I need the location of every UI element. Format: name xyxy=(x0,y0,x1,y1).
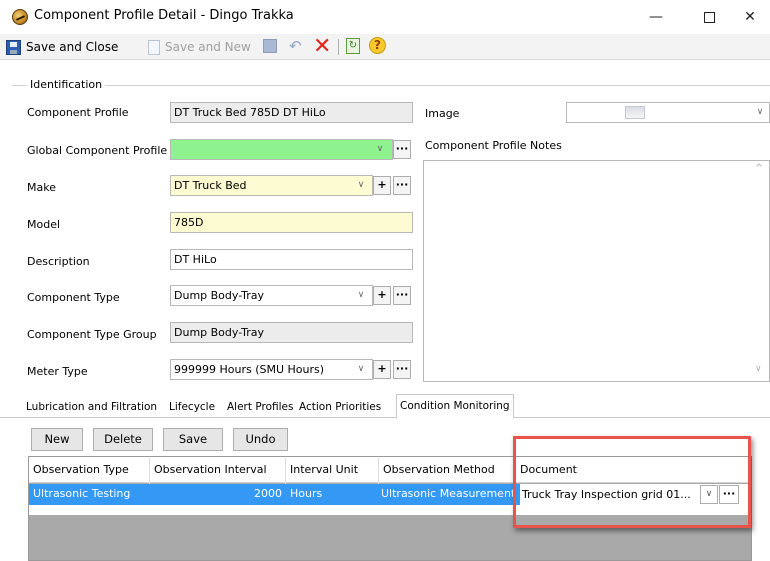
close-window-button[interactable]: ✕ xyxy=(730,0,770,34)
global-component-profile-label: Global Component Profile xyxy=(27,144,168,157)
column-header-observation-method[interactable]: Observation Method xyxy=(383,463,495,476)
column-header-observation-type[interactable]: Observation Type xyxy=(33,463,129,476)
global-profile-browse-button[interactable]: ··· xyxy=(393,140,411,159)
make-add-button[interactable]: + xyxy=(373,176,391,195)
component-profile-label: Component Profile xyxy=(27,106,129,119)
save-and-new-button[interactable]: Save and New xyxy=(148,38,251,56)
cell-observation-interval[interactable]: 2000 xyxy=(254,487,282,500)
app-logo-icon xyxy=(12,9,28,25)
image-select[interactable] xyxy=(566,102,770,123)
title-bar: Component Profile Detail - Dingo Trakka … xyxy=(0,0,770,34)
component-profile-notes-label: Component Profile Notes xyxy=(425,139,562,152)
scroll-up-icon[interactable]: ^ xyxy=(755,163,763,174)
component-profile-notes-textarea[interactable]: ^ ∨ xyxy=(423,160,770,382)
save-and-close-button[interactable]: Save and Close xyxy=(6,38,118,56)
component-type-group-field[interactable]: Dump Body-Tray xyxy=(170,322,413,343)
column-header-observation-interval[interactable]: Observation Interval xyxy=(154,463,267,476)
meter-type-browse-button[interactable]: ··· xyxy=(393,360,411,379)
refresh-icon[interactable]: ↻ xyxy=(346,38,360,54)
component-type-label: Component Type xyxy=(27,291,120,304)
maximize-icon xyxy=(703,11,715,23)
meter-type-select[interactable]: 999999 Hours (SMU Hours) xyxy=(170,359,373,380)
help-icon[interactable]: ? xyxy=(369,37,386,54)
new-button[interactable]: New xyxy=(31,428,83,451)
image-placeholder-icon xyxy=(625,106,645,119)
save-button[interactable]: Save xyxy=(163,428,223,451)
identification-group-title: Identification xyxy=(27,78,106,91)
save-icon[interactable] xyxy=(263,39,277,53)
make-browse-button[interactable]: ··· xyxy=(393,176,411,195)
component-type-browse-button[interactable]: ··· xyxy=(393,286,411,305)
floppy-disk-icon xyxy=(6,39,21,55)
global-component-profile-select[interactable] xyxy=(170,139,393,160)
image-dropdown-icon[interactable]: ∨ xyxy=(752,104,768,121)
image-label: Image xyxy=(425,107,460,120)
meter-type-add-button[interactable]: + xyxy=(373,360,391,379)
make-dropdown-icon[interactable]: ∨ xyxy=(353,177,369,194)
undo-button[interactable]: Undo xyxy=(233,428,288,451)
make-label: Make xyxy=(27,181,56,194)
component-type-add-button[interactable]: + xyxy=(373,286,391,305)
meter-type-dropdown-icon[interactable]: ∨ xyxy=(353,361,369,378)
scroll-down-icon[interactable]: ∨ xyxy=(755,364,762,374)
toolbar-divider xyxy=(338,39,339,55)
component-type-group-label: Component Type Group xyxy=(27,328,157,341)
new-page-icon xyxy=(148,39,160,55)
column-divider xyxy=(285,458,286,484)
cell-observation-method[interactable]: Ultrasonic Measurement xyxy=(381,487,515,500)
tab-alert-profiles[interactable]: Alert Profiles xyxy=(224,398,296,418)
cell-observation-type[interactable]: Ultrasonic Testing xyxy=(33,487,130,500)
global-profile-dropdown-icon[interactable]: ∨ xyxy=(372,141,388,158)
meter-type-label: Meter Type xyxy=(27,365,88,378)
make-select[interactable]: DT Truck Bed xyxy=(170,175,373,196)
model-field[interactable]: 785D xyxy=(170,212,413,233)
notes-scrollbar[interactable]: ^ ∨ xyxy=(752,161,769,381)
window-title: Component Profile Detail - Dingo Trakka xyxy=(34,8,294,23)
minimize-button[interactable]: — xyxy=(633,0,679,34)
delete-icon[interactable]: ✕ xyxy=(313,34,331,60)
tab-action-priorities[interactable]: Action Priorities xyxy=(296,398,384,418)
component-profile-field[interactable]: DT Truck Bed 785D DT HiLo xyxy=(170,102,413,123)
save-and-close-label: Save and Close xyxy=(26,40,119,54)
column-header-interval-unit[interactable]: Interval Unit xyxy=(290,463,358,476)
model-label: Model xyxy=(27,218,61,231)
maximize-button[interactable] xyxy=(686,0,732,34)
document-column-highlight xyxy=(513,436,751,528)
description-field[interactable]: DT HiLo xyxy=(170,249,413,270)
tab-condition-monitoring[interactable]: Condition Monitoring xyxy=(396,394,514,419)
description-label: Description xyxy=(27,255,90,268)
cell-interval-unit[interactable]: Hours xyxy=(290,487,322,500)
component-type-select[interactable]: Dump Body-Tray xyxy=(170,285,373,306)
undo-icon[interactable]: ↶ xyxy=(289,37,302,55)
column-divider xyxy=(149,458,150,484)
component-type-dropdown-icon[interactable]: ∨ xyxy=(353,287,369,304)
tab-lifecycle[interactable]: Lifecycle xyxy=(166,398,218,418)
column-divider xyxy=(378,458,379,484)
tab-lubrication-and-filtration[interactable]: Lubrication and Filtration xyxy=(23,398,160,418)
save-and-new-label: Save and New xyxy=(165,40,251,54)
delete-button[interactable]: Delete xyxy=(93,428,153,451)
